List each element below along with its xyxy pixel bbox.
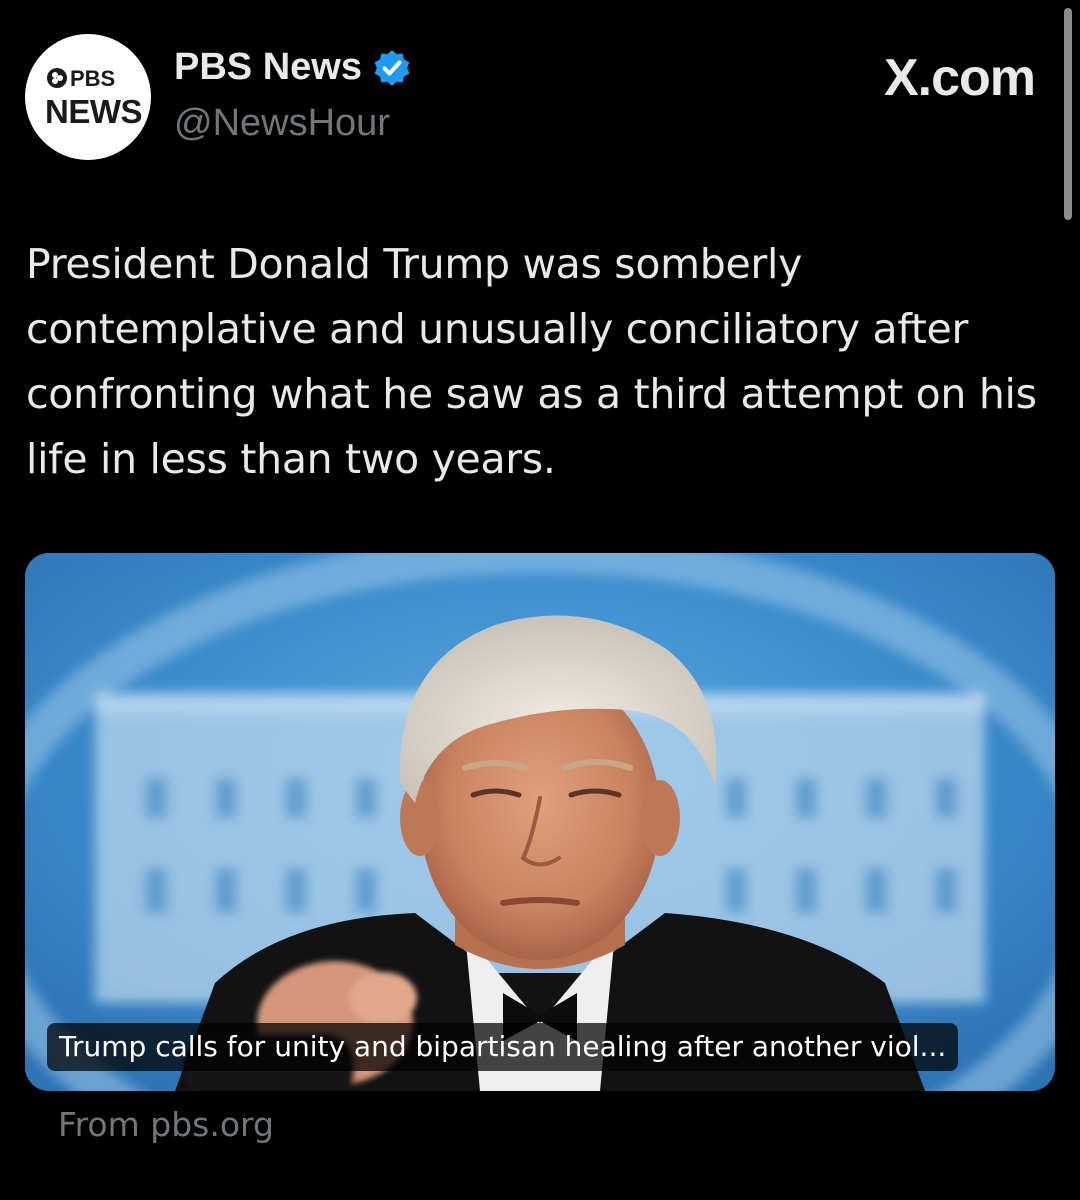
article-photo: [25, 553, 1055, 1091]
verified-badge-icon: [372, 48, 412, 88]
logo-line-news: NEWS: [45, 93, 142, 130]
card-caption[interactable]: Trump calls for unity and bipartisan hea…: [47, 1023, 959, 1071]
avatar[interactable]: PBS NEWS: [25, 34, 151, 160]
post-screenshot: PBS NEWS PBS News @NewsHour X.com Presid…: [0, 0, 1080, 1200]
logo-line-pbs: PBS: [70, 66, 115, 91]
card-source[interactable]: From pbs.org: [58, 1105, 274, 1144]
scrollbar[interactable]: [1064, 8, 1072, 220]
display-name[interactable]: PBS News: [174, 46, 362, 89]
display-name-row[interactable]: PBS News: [174, 46, 412, 89]
account-handle[interactable]: @NewsHour: [174, 102, 390, 145]
tweet-text: President Donald Trump was somberly cont…: [26, 240, 1037, 483]
site-label: X.com: [883, 49, 1036, 107]
link-preview-card[interactable]: Trump calls for unity and bipartisan hea…: [25, 553, 1055, 1091]
pbs-news-logo: PBS NEWS: [45, 66, 143, 130]
